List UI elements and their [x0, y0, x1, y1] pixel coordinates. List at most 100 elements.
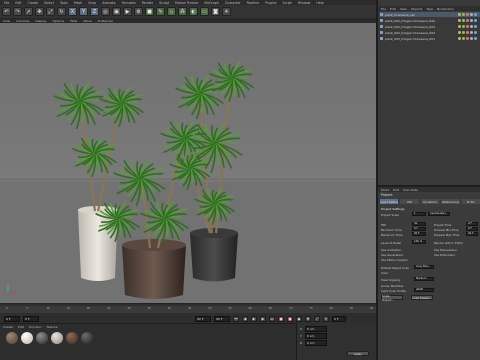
frame-end2-field[interactable]: 90 F	[214, 316, 230, 322]
material-swatch[interactable]	[51, 332, 63, 344]
z-axis-icon[interactable]: Z	[90, 7, 99, 16]
tag-icon[interactable]	[474, 25, 477, 28]
menu-item[interactable]: Window	[298, 1, 311, 5]
menu-item[interactable]: Sculpt	[159, 1, 169, 5]
tag-icon[interactable]	[474, 19, 477, 22]
material-swatch[interactable]	[81, 332, 93, 344]
menu-item[interactable]: Pipeline	[247, 1, 259, 5]
rotation-key-icon[interactable]: ↻	[323, 316, 329, 322]
object-row[interactable]: plant_002_Dragon Dracaena_Kite	[380, 18, 480, 23]
menu-item[interactable]: Select	[44, 1, 54, 5]
record-icon[interactable]: ●	[278, 316, 284, 322]
menu-item[interactable]: Character	[225, 1, 241, 5]
tag-icon[interactable]	[474, 31, 477, 34]
y-axis-icon[interactable]: Y	[79, 7, 88, 16]
material-swatch[interactable]	[66, 332, 78, 344]
material-menu-item[interactable]: Create	[3, 325, 13, 329]
viewport-menu-item[interactable]: View	[3, 19, 10, 23]
viewport-menu-item[interactable]: Options	[53, 19, 65, 23]
max-time-field[interactable]: 90 F	[412, 232, 426, 236]
floor-icon[interactable]: ▭	[200, 7, 209, 16]
redo-icon[interactable]: ↷	[13, 7, 22, 16]
object-row[interactable]: plant_002_Dragon Dracaena_001	[380, 36, 480, 41]
view-clipping-dropdown[interactable]: Medium	[414, 277, 434, 281]
scale-unit-dropdown[interactable]: Centimeters	[428, 212, 450, 216]
undo-icon[interactable]: ↶	[2, 7, 11, 16]
material-menu-item[interactable]: Texture	[47, 325, 58, 329]
array-icon[interactable]: ⁂	[178, 7, 187, 16]
autokey-icon[interactable]: ●	[287, 316, 293, 322]
tag-icon[interactable]	[470, 13, 473, 16]
tag-icon[interactable]	[458, 25, 461, 28]
preview-min-field[interactable]: 0 F	[466, 227, 478, 231]
attribute-menu-item[interactable]: User Data	[403, 188, 418, 192]
attribute-menu-item[interactable]: Edit	[393, 188, 399, 192]
tag-icon[interactable]	[466, 13, 469, 16]
subdiv-icon[interactable]: ◇	[167, 7, 176, 16]
frame-start-field[interactable]: 0 F	[4, 316, 20, 322]
object-menu-item[interactable]: File	[381, 7, 386, 11]
apply-button[interactable]: Apply	[347, 351, 369, 356]
viewport-menu-item[interactable]: Panel	[84, 19, 92, 23]
frame-end-field[interactable]: 90 F	[195, 316, 211, 322]
tag-icon[interactable]	[470, 37, 473, 40]
min-time-field[interactable]: 0 F	[412, 227, 426, 231]
light-icon[interactable]: ☀	[222, 7, 231, 16]
attribute-tab[interactable]: Info	[400, 199, 419, 204]
menu-item[interactable]: Help	[316, 1, 323, 5]
preview-max-field[interactable]: 90 F	[466, 232, 478, 236]
tag-icon[interactable]	[466, 31, 469, 34]
tag-icon[interactable]	[470, 25, 473, 28]
menu-item[interactable]: Plugins	[265, 1, 276, 5]
tag-icon[interactable]	[474, 13, 477, 16]
viewport-menu-item[interactable]: Display	[35, 19, 46, 23]
menu-item[interactable]: Mesh	[74, 1, 82, 5]
object-menu-item[interactable]: View	[400, 7, 407, 11]
object-color-dropdown[interactable]: Gray Blue	[414, 265, 434, 269]
viewport-menu-item[interactable]: Filter	[70, 19, 77, 23]
tag-icon[interactable]	[466, 25, 469, 28]
tag-icon[interactable]	[470, 19, 473, 22]
fps-field[interactable]: 30	[412, 222, 426, 226]
tag-icon[interactable]	[462, 25, 465, 28]
material-swatch[interactable]	[21, 332, 33, 344]
goto-start-icon[interactable]: ⏮	[233, 316, 239, 322]
lod-field[interactable]: 100 %	[412, 240, 426, 244]
menu-item[interactable]: File	[4, 1, 9, 5]
menu-item[interactable]: MoGraph	[204, 1, 218, 5]
render-settings-icon[interactable]: ⚙	[134, 7, 143, 16]
object-menu-item[interactable]: Edit	[390, 7, 396, 11]
material-menu-item[interactable]: Edit	[18, 325, 24, 329]
keyframe-icon[interactable]: ◆	[296, 316, 302, 322]
attribute-tab[interactable]: Project Settings	[380, 199, 399, 204]
timeline-ruler[interactable]: 0 5 10 15 20 25 30 35 40 45 50 55 60 65 70 75 80 85 90	[0, 306, 376, 313]
menu-item[interactable]: Edit	[15, 1, 21, 5]
tag-icon[interactable]	[462, 13, 465, 16]
scale-icon[interactable]: ⤢	[46, 7, 55, 16]
menu-item[interactable]: Simulate	[122, 1, 136, 5]
move-icon[interactable]: ✥	[35, 7, 44, 16]
rotate-icon[interactable]: ↻	[57, 7, 66, 16]
tag-icon[interactable]	[458, 31, 461, 34]
frame-current-field[interactable]: 0 F	[23, 316, 39, 322]
attribute-tab[interactable]: Referencing	[441, 199, 460, 204]
menu-item[interactable]: Motion Tracker	[175, 1, 198, 5]
coord-z-field[interactable]: 0 cm	[305, 340, 327, 346]
menu-item[interactable]: Create	[28, 1, 39, 5]
material-menu-item[interactable]: Function	[29, 325, 42, 329]
attribute-menu-item[interactable]: Mode	[381, 188, 389, 192]
viewport[interactable]	[0, 23, 376, 303]
world-icon[interactable]: ◎	[101, 7, 110, 16]
color-profile-dropdown[interactable]: sRGB	[414, 288, 434, 292]
cube-icon[interactable]: ■	[145, 7, 154, 16]
tag-icon[interactable]	[458, 37, 461, 40]
pen-icon[interactable]: ✎	[156, 7, 165, 16]
coord-y-field[interactable]: 0 cm	[305, 333, 327, 339]
select-icon[interactable]: ➚	[24, 7, 33, 16]
scale-project-button[interactable]: Scale Project...	[381, 294, 403, 302]
load-preset-button[interactable]: Load Preset...	[411, 295, 433, 300]
attribute-tab[interactable]: To Do	[461, 199, 480, 204]
object-menu-item[interactable]: Tags	[426, 7, 433, 11]
play-icon[interactable]: ▶	[251, 316, 257, 322]
tag-icon[interactable]	[462, 31, 465, 34]
